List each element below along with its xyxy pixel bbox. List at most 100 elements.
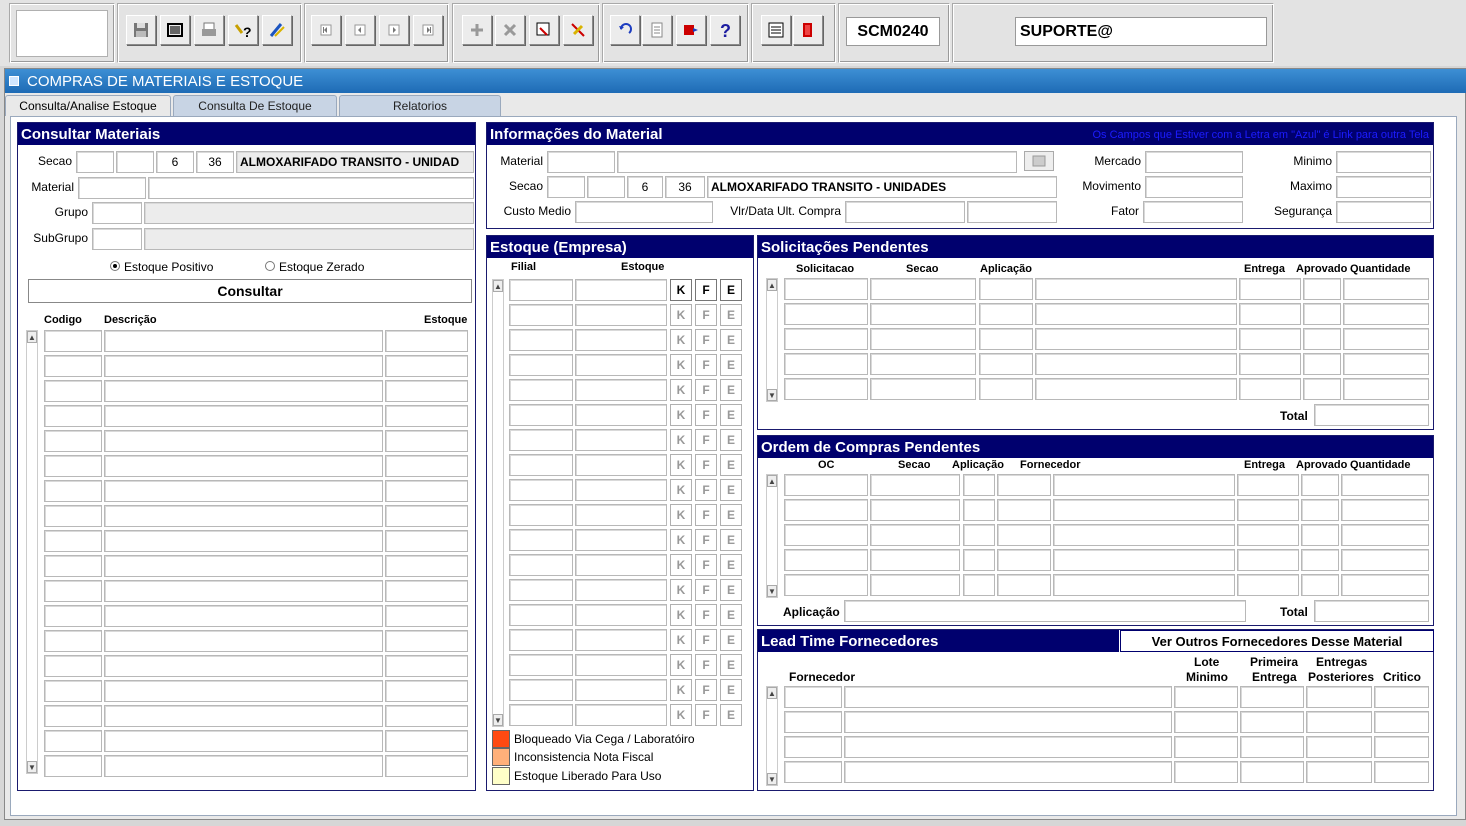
aplicacao-desc-cell[interactable] [1035, 353, 1237, 375]
estoque-cell[interactable] [385, 630, 468, 652]
filial-cell[interactable] [509, 704, 573, 726]
secao-cell[interactable] [870, 549, 960, 571]
k-flag-button[interactable]: K [670, 304, 692, 326]
f-flag-button[interactable]: F [695, 504, 717, 526]
k-flag-button[interactable]: K [670, 329, 692, 351]
e-flag-button[interactable]: E [720, 579, 742, 601]
descricao-cell[interactable] [104, 355, 383, 377]
secao-cell[interactable] [870, 378, 976, 400]
filial-cell[interactable] [509, 504, 573, 526]
aplicacao-desc-cell[interactable] [1035, 378, 1237, 400]
aplicacao-cell[interactable] [979, 328, 1033, 350]
estoque-cell[interactable] [575, 654, 667, 676]
filial-cell[interactable] [509, 629, 573, 651]
aplicacao-cell[interactable] [963, 524, 995, 546]
e-flag-button[interactable]: E [720, 329, 742, 351]
secao-cell[interactable] [870, 328, 976, 350]
e-flag-button[interactable]: E [720, 454, 742, 476]
estoque-cell[interactable] [575, 529, 667, 551]
aplicacao-cell[interactable] [963, 499, 995, 521]
filial-cell[interactable] [509, 554, 573, 576]
k-flag-button[interactable]: K [670, 429, 692, 451]
codigo-cell[interactable] [44, 480, 102, 502]
oc-cell[interactable] [784, 524, 868, 546]
estoque-cell[interactable] [575, 304, 667, 326]
critico-cell[interactable] [1374, 761, 1429, 783]
fornecedor-cell[interactable] [997, 524, 1051, 546]
exit-button[interactable] [793, 15, 823, 45]
codigo-cell[interactable] [44, 655, 102, 677]
estoque-cell[interactable] [575, 379, 667, 401]
descricao-cell[interactable] [104, 755, 383, 777]
estoque-cell[interactable] [575, 579, 667, 601]
fornecedor-name-cell[interactable] [844, 761, 1172, 783]
f-flag-button[interactable]: F [695, 404, 717, 426]
e-flag-button[interactable]: E [720, 679, 742, 701]
codigo-cell[interactable] [44, 555, 102, 577]
e-flag-button[interactable]: E [720, 404, 742, 426]
quantidade-cell[interactable] [1343, 303, 1429, 325]
print-button[interactable] [194, 15, 224, 45]
estoque-cell[interactable] [385, 705, 468, 727]
last-record-button[interactable] [413, 15, 443, 45]
entregas-posteriores-cell[interactable] [1306, 761, 1372, 783]
entregas-posteriores-cell[interactable] [1306, 686, 1372, 708]
estoque-cell[interactable] [575, 354, 667, 376]
fornecedor-desc-cell[interactable] [1053, 474, 1235, 496]
delete-record-button[interactable] [495, 15, 525, 45]
aprovado-cell[interactable] [1303, 278, 1341, 300]
estoque-cell[interactable] [575, 554, 667, 576]
e-flag-button[interactable]: E [720, 704, 742, 726]
entrega-cell[interactable] [1239, 303, 1301, 325]
entrega-cell[interactable] [1239, 353, 1301, 375]
descricao-cell[interactable] [104, 680, 383, 702]
quantidade-cell[interactable] [1343, 278, 1429, 300]
tab-consulta-estoque[interactable]: Consulta De Estoque [173, 95, 337, 116]
solicitacao-cell[interactable] [784, 278, 868, 300]
list-button[interactable] [676, 15, 706, 45]
clear-button[interactable] [563, 15, 593, 45]
help-button[interactable]: ? [710, 15, 740, 45]
f-flag-button[interactable]: F [695, 629, 717, 651]
save-button[interactable] [126, 15, 156, 45]
codigo-cell[interactable] [44, 355, 102, 377]
aprovado-cell[interactable] [1301, 474, 1339, 496]
codigo-cell[interactable] [44, 330, 102, 352]
aprovado-cell[interactable] [1303, 328, 1341, 350]
aprovado-cell[interactable] [1301, 499, 1339, 521]
oc-cell[interactable] [784, 499, 868, 521]
materials-scrollbar[interactable]: ▲ ▼ [26, 330, 38, 774]
f-flag-button[interactable]: F [695, 704, 717, 726]
quantidade-cell[interactable] [1343, 353, 1429, 375]
primeira-entrega-cell[interactable] [1240, 736, 1304, 758]
clipboard-button[interactable] [642, 15, 672, 45]
aprovado-cell[interactable] [1303, 378, 1341, 400]
aplicacao-cell[interactable] [963, 474, 995, 496]
solicitacao-cell[interactable] [784, 328, 868, 350]
descricao-cell[interactable] [104, 580, 383, 602]
info-material-code[interactable] [547, 151, 615, 173]
codigo-cell[interactable] [44, 430, 102, 452]
estoque-cell[interactable] [385, 580, 468, 602]
secao-field-1[interactable] [76, 151, 114, 173]
filial-cell[interactable] [509, 604, 573, 626]
scroll-up-icon[interactable]: ▲ [767, 687, 777, 699]
descricao-cell[interactable] [104, 380, 383, 402]
critico-cell[interactable] [1374, 686, 1429, 708]
fornecedor-name-cell[interactable] [844, 736, 1172, 758]
secao-cell[interactable] [870, 278, 976, 300]
entrega-cell[interactable] [1239, 328, 1301, 350]
scroll-down-icon[interactable]: ▼ [767, 389, 777, 401]
previous-record-button[interactable] [345, 15, 375, 45]
descricao-cell[interactable] [104, 655, 383, 677]
estoque-cell[interactable] [575, 629, 667, 651]
primeira-entrega-cell[interactable] [1240, 686, 1304, 708]
estoque-cell[interactable] [385, 755, 468, 777]
filial-cell[interactable] [509, 654, 573, 676]
subgrupo-input[interactable] [92, 228, 142, 250]
f-flag-button[interactable]: F [695, 479, 717, 501]
secao-cell[interactable] [870, 524, 960, 546]
estoque-cell[interactable] [575, 704, 667, 726]
k-flag-button[interactable]: K [670, 529, 692, 551]
quantidade-cell[interactable] [1341, 524, 1429, 546]
